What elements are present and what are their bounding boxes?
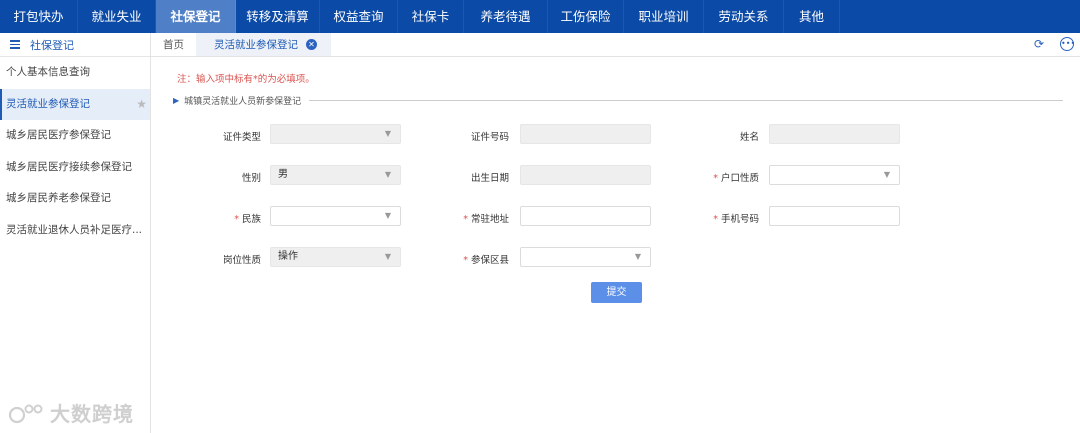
chevron-down-icon: ▼ bbox=[384, 252, 391, 261]
address-input[interactable] bbox=[520, 206, 651, 226]
ethnicity-select[interactable]: ▼ bbox=[270, 206, 401, 226]
birth-date-input[interactable] bbox=[520, 165, 651, 185]
tab-label: 灵活就业参保登记 bbox=[214, 38, 298, 51]
sidebar-item-label: 灵活就业参保登记 bbox=[6, 97, 90, 110]
sidebar-title: 社保登记 bbox=[30, 38, 74, 52]
nav-item-gongshang[interactable]: 工伤保险 bbox=[548, 0, 624, 33]
nav-item-zhiye[interactable]: 职业培训 bbox=[624, 0, 704, 33]
chevron-down-icon: ▼ bbox=[634, 252, 641, 261]
close-icon[interactable]: ✕ bbox=[306, 39, 317, 50]
job-type-select[interactable]: 操作 ▼ bbox=[270, 247, 401, 267]
id-type-select[interactable]: ▼ bbox=[270, 124, 401, 144]
submit-button[interactable]: 提交 bbox=[591, 282, 642, 303]
name-label: 姓名 bbox=[739, 132, 759, 143]
nav-item-dabaokuaiban[interactable]: 打包快办 bbox=[0, 0, 78, 33]
address-label: * 常驻地址 bbox=[463, 214, 509, 225]
top-nav: 打包快办 就业失业 社保登记 转移及清算 权益查询 社保卡 养老待遇 工伤保险 … bbox=[0, 0, 1080, 33]
sidebar-item-medical-continuation[interactable]: 城乡居民医疗接续参保登记 bbox=[0, 152, 150, 184]
district-select[interactable]: ▼ bbox=[520, 247, 651, 267]
star-icon[interactable]: ★ bbox=[136, 89, 147, 121]
job-type-label: 岗位性质 bbox=[222, 255, 261, 266]
nav-item-laodong[interactable]: 劳动关系 bbox=[704, 0, 784, 33]
id-type-label: 证件类型 bbox=[222, 132, 261, 143]
sidebar-item-personal-info[interactable]: 个人基本信息查询 bbox=[0, 57, 150, 89]
tab-home[interactable]: 首页 bbox=[151, 33, 196, 56]
id-number-label: 证件号码 bbox=[470, 132, 509, 143]
sidebar-item-flexible-employment[interactable]: 灵活就业参保登记 ★ bbox=[0, 88, 150, 121]
nav-item-quanyi[interactable]: 权益查询 bbox=[320, 0, 398, 33]
list-menu-icon[interactable] bbox=[10, 38, 20, 51]
watermark-logo-icon bbox=[8, 404, 43, 423]
chevron-down-icon: ▼ bbox=[384, 170, 391, 179]
nav-item-shebao-dengji[interactable]: 社保登记 bbox=[156, 0, 236, 33]
watermark-text: 大数跨境 bbox=[50, 402, 134, 426]
tab-bar: 首页 灵活就业参保登记 ✕ ⟳ ••• bbox=[151, 33, 1080, 57]
section-divider bbox=[309, 100, 1063, 101]
ethnicity-label: * 民族 bbox=[234, 214, 261, 225]
gender-select[interactable]: 男 ▼ bbox=[270, 165, 401, 185]
household-type-label: * 户口性质 bbox=[713, 173, 759, 184]
more-icon[interactable]: ••• bbox=[1060, 37, 1075, 51]
nav-item-yanglao[interactable]: 养老待遇 bbox=[464, 0, 548, 33]
chevron-down-icon: ▼ bbox=[384, 129, 391, 138]
sidebar-item-urban-rural-medical[interactable]: 城乡居民医疗参保登记 bbox=[0, 120, 150, 152]
birth-date-label: 出生日期 bbox=[470, 173, 509, 184]
tab-tools: ⟳ ••• bbox=[1032, 37, 1075, 51]
sidebar-header: 社保登记 bbox=[0, 33, 150, 57]
sidebar-item-retiree-medical[interactable]: 灵活就业退休人员补足医疗... bbox=[0, 215, 150, 247]
sidebar: 社保登记 个人基本信息查询 灵活就业参保登记 ★ 城乡居民医疗参保登记 城乡居民… bbox=[0, 33, 151, 433]
district-label: * 参保区县 bbox=[463, 255, 509, 266]
section-title: ▶ 城镇灵活就业人员新参保登记 bbox=[173, 94, 1063, 107]
nav-item-shebaoka[interactable]: 社保卡 bbox=[398, 0, 464, 33]
main-content: 注：输入项中标有*的为必填项。 ▶ 城镇灵活就业人员新参保登记 证件类型 ▼ 证… bbox=[151, 58, 1080, 433]
gender-label: 性别 bbox=[241, 173, 261, 184]
triangle-right-icon: ▶ bbox=[173, 96, 180, 105]
nav-item-qita[interactable]: 其他 bbox=[784, 0, 840, 33]
nav-item-zhuanyi[interactable]: 转移及清算 bbox=[236, 0, 320, 33]
watermark: 大数跨境 bbox=[8, 398, 134, 427]
required-notice: 注：输入项中标有*的为必填项。 bbox=[177, 74, 315, 85]
chevron-down-icon: ▼ bbox=[384, 211, 391, 220]
sidebar-item-urban-rural-pension[interactable]: 城乡居民养老参保登记 bbox=[0, 183, 150, 215]
phone-input[interactable] bbox=[769, 206, 900, 226]
phone-label: * 手机号码 bbox=[713, 214, 759, 225]
household-type-select[interactable]: ▼ bbox=[769, 165, 900, 185]
name-input[interactable] bbox=[769, 124, 900, 144]
id-number-input[interactable] bbox=[520, 124, 651, 144]
refresh-icon[interactable]: ⟳ bbox=[1032, 37, 1046, 51]
nav-item-jiuye[interactable]: 就业失业 bbox=[78, 0, 156, 33]
tab-flexible-employment[interactable]: 灵活就业参保登记 ✕ bbox=[196, 33, 331, 56]
chevron-down-icon: ▼ bbox=[883, 170, 890, 179]
